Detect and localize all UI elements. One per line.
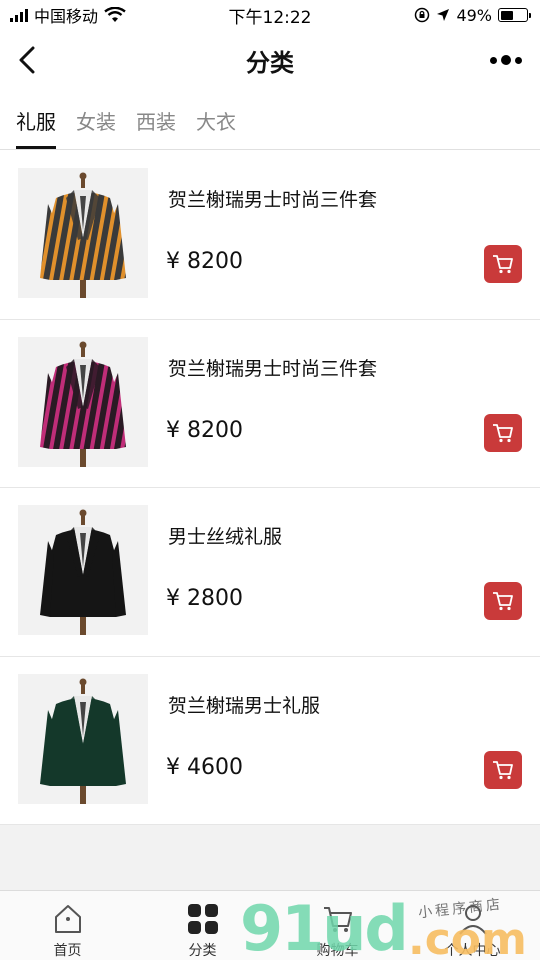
product-name[interactable]: 贺兰榭瑞男士时尚三件套 — [168, 354, 377, 381]
location-icon — [437, 9, 450, 21]
status-left: 中国移动 — [10, 3, 126, 27]
home-icon — [50, 901, 86, 936]
tabbar-item-1[interactable]: 分类 — [135, 891, 270, 960]
tab-2[interactable]: 西装 — [136, 92, 176, 149]
product-item[interactable]: 贺兰榭瑞男士时尚三件套 ¥ 8200 — [0, 319, 540, 488]
product-list: 贺兰榭瑞男士时尚三件套 ¥ 8200 贺兰榭瑞男士时尚三件套 ¥ 8200 男士… — [0, 151, 540, 825]
more-dot — [515, 56, 522, 64]
page-title: 分类 — [246, 48, 294, 77]
product-image[interactable] — [18, 505, 148, 635]
list-footer-background — [0, 825, 540, 890]
product-price: ¥ 2800 — [166, 586, 243, 611]
nav-bar: 分类 — [0, 30, 540, 90]
cart-icon — [493, 255, 513, 274]
battery-icon — [498, 8, 531, 22]
add-to-cart-button[interactable] — [484, 413, 522, 452]
add-to-cart-button[interactable] — [484, 245, 522, 283]
tabbar-label: 购物车 — [316, 943, 359, 959]
add-to-cart-button[interactable] — [484, 582, 522, 620]
tab-1[interactable]: 女装 — [76, 92, 116, 149]
tabbar-label: 首页 — [53, 943, 82, 959]
cart-icon — [493, 760, 513, 779]
tabbar-label: 分类 — [188, 943, 217, 959]
product-price: ¥ 8200 — [166, 417, 243, 443]
add-to-cart-button[interactable] — [484, 750, 522, 789]
product-name[interactable]: 贺兰榭瑞男士时尚三件套 — [168, 185, 377, 212]
tab-0[interactable]: 礼服 — [16, 92, 56, 149]
category-tabs: 礼服 女装 西装 大衣 — [0, 92, 540, 150]
product-name[interactable]: 贺兰榭瑞男士礼服 — [168, 691, 320, 718]
orientation-lock-icon — [415, 7, 430, 23]
carrier-name: 中国移动 — [34, 7, 99, 26]
tab-3[interactable]: 大衣 — [196, 92, 236, 149]
tabbar-item-3[interactable]: 个人中心 — [405, 891, 540, 960]
cart-icon — [320, 901, 356, 936]
tabbar-label: 个人中心 — [444, 943, 501, 959]
bottom-tab-bar: 首页 分类 购物车 个人中心 — [0, 890, 540, 960]
status-right: 49% — [414, 5, 531, 25]
battery-level — [500, 10, 513, 20]
battery-percent: 49% — [456, 5, 492, 25]
more-dot — [501, 55, 511, 65]
product-name[interactable]: 男士丝绒礼服 — [168, 522, 282, 549]
product-price: ¥ 8200 — [166, 249, 243, 274]
product-image[interactable] — [18, 336, 148, 467]
product-item[interactable]: 贺兰榭瑞男士礼服 ¥ 4600 — [0, 656, 540, 825]
tabbar-item-2[interactable]: 购物车 — [270, 891, 405, 960]
signal-icon — [10, 8, 28, 22]
tabbar-item-0[interactable]: 首页 — [0, 891, 135, 960]
back-button[interactable] — [12, 44, 42, 76]
more-dot — [490, 56, 497, 64]
status-bar: 中国移动 下午12:22 49% — [0, 0, 540, 30]
product-price: ¥ 4600 — [166, 754, 243, 780]
wifi-icon — [104, 7, 126, 22]
more-button[interactable] — [490, 50, 522, 70]
category-icon — [185, 901, 221, 936]
user-icon — [455, 901, 491, 936]
product-image[interactable] — [18, 168, 148, 298]
product-item[interactable]: 男士丝绒礼服 ¥ 2800 — [0, 488, 540, 657]
chevron-left-icon — [19, 46, 35, 74]
product-item[interactable]: 贺兰榭瑞男士时尚三件套 ¥ 8200 — [0, 151, 540, 320]
cart-icon — [493, 592, 513, 611]
cart-icon — [493, 423, 513, 442]
product-image[interactable] — [18, 673, 148, 804]
